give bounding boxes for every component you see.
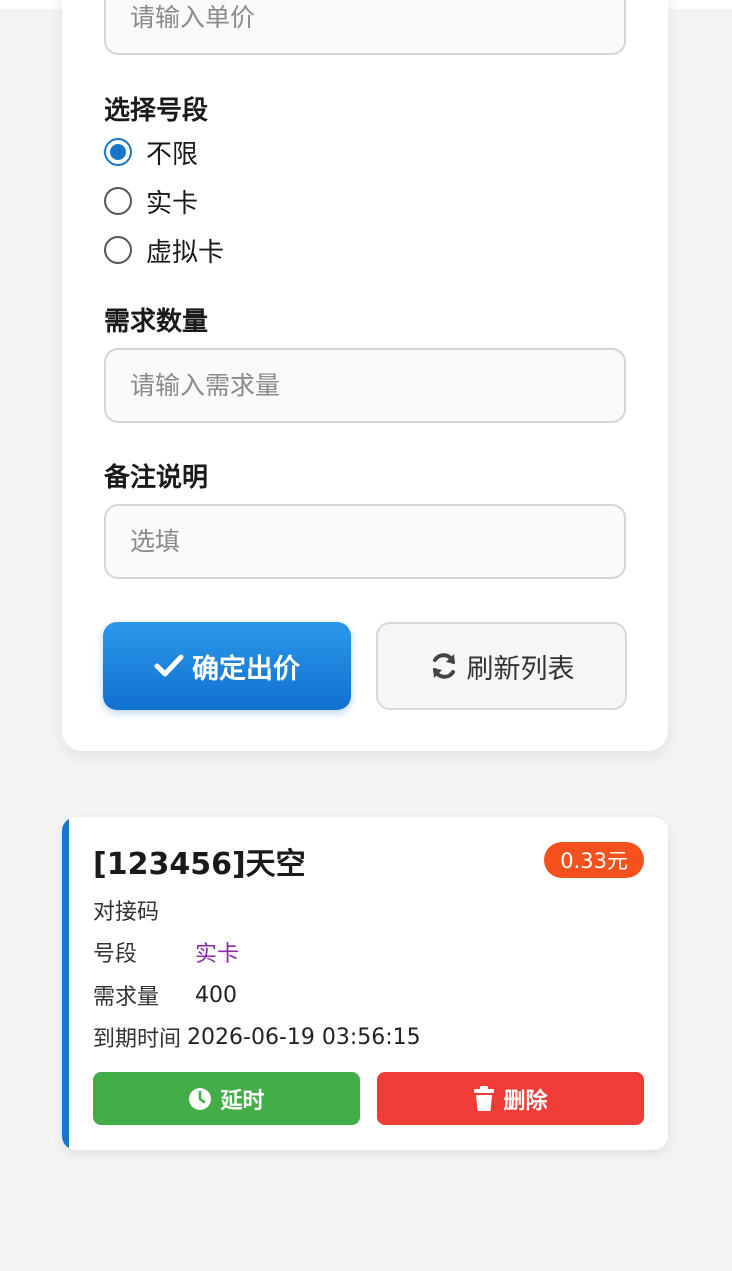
radio-option-physical-card[interactable]: 实卡 xyxy=(104,181,198,221)
order-card: [123456]天空 0.33元 对接码 号段 实卡 需求量 400 到期时间 … xyxy=(62,817,668,1150)
quantity-input[interactable] xyxy=(104,348,626,423)
info-key: 需求量 xyxy=(93,985,160,1010)
order-title: [123456]天空 xyxy=(93,847,306,882)
clock-icon xyxy=(189,1087,212,1110)
radio-checked-icon[interactable] xyxy=(104,138,132,166)
info-value: 2026-06-19 03:56:15 xyxy=(187,1024,421,1050)
radio-label: 虚拟卡 xyxy=(146,237,225,268)
info-row-segment: 号段 实卡 xyxy=(93,935,239,969)
extend-label: 延时 xyxy=(220,1088,265,1114)
radio-option-virtual-card[interactable]: 虚拟卡 xyxy=(104,230,224,270)
confirm-bid-label: 确定出价 xyxy=(192,653,300,685)
info-row-dock-code: 对接码 xyxy=(93,893,195,927)
radio-unchecked-icon[interactable] xyxy=(104,236,132,264)
card-accent-bar xyxy=(62,817,69,1150)
refresh-list-button[interactable]: 刷新列表 xyxy=(376,622,627,710)
remark-input[interactable] xyxy=(104,504,626,579)
segment-label: 选择号段 xyxy=(104,96,209,126)
price-input[interactable] xyxy=(104,0,626,55)
price-badge: 0.33元 xyxy=(544,842,644,878)
info-key: 到期时间 xyxy=(93,1027,182,1052)
info-key: 号段 xyxy=(93,942,138,967)
bid-form-card: 选择号段 不限 实卡 虚拟卡 需求数量 备注说明 确定出价 刷新列表 xyxy=(62,0,668,751)
info-value: 400 xyxy=(195,982,237,1008)
check-icon xyxy=(154,654,184,677)
quantity-label: 需求数量 xyxy=(104,307,209,337)
refresh-list-label: 刷新列表 xyxy=(466,653,575,685)
confirm-bid-button[interactable]: 确定出价 xyxy=(103,622,351,710)
radio-label: 实卡 xyxy=(146,188,199,219)
extend-button[interactable]: 延时 xyxy=(93,1072,360,1125)
delete-button[interactable]: 删除 xyxy=(377,1072,644,1125)
info-key: 对接码 xyxy=(93,900,160,925)
info-value: 实卡 xyxy=(195,942,240,967)
radio-label: 不限 xyxy=(146,139,199,170)
radio-option-unlimited[interactable]: 不限 xyxy=(104,132,198,172)
delete-label: 删除 xyxy=(503,1088,548,1114)
info-row-quantity: 需求量 400 xyxy=(93,978,237,1012)
trash-icon xyxy=(474,1085,495,1111)
remark-label: 备注说明 xyxy=(104,463,209,493)
radio-unchecked-icon[interactable] xyxy=(104,187,132,215)
refresh-icon xyxy=(432,653,455,679)
info-row-expiry: 到期时间 2026-06-19 03:56:15 xyxy=(93,1020,421,1054)
